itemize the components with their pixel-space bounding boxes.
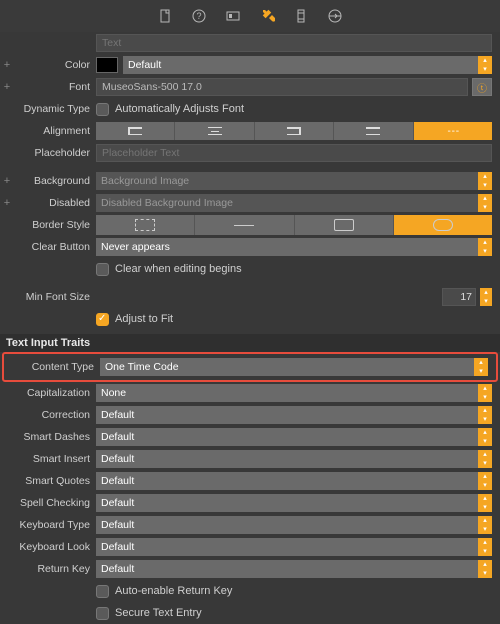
add-font-button[interactable]: +	[0, 81, 14, 93]
text-input[interactable]	[96, 34, 492, 52]
inspector-tab-bar: ?	[0, 0, 500, 32]
disabled-popup[interactable]: Disabled Background Image	[96, 194, 492, 212]
correction-label: Correction	[0, 409, 96, 421]
size-icon[interactable]	[293, 8, 309, 24]
smart-dashes-label: Smart Dashes	[0, 431, 96, 443]
secure-text-entry-checkbox[interactable]: Secure Text Entry	[96, 607, 202, 620]
min-font-size-input[interactable]	[442, 288, 476, 306]
placeholder-label: Placeholder	[14, 147, 96, 159]
add-disabled-button[interactable]: +	[0, 197, 14, 209]
smart-quotes-popup[interactable]: Default	[96, 472, 492, 490]
color-swatch[interactable]	[96, 57, 118, 73]
attributes-icon[interactable]	[259, 8, 275, 24]
clear-button-label: Clear Button	[14, 241, 96, 253]
capitalization-popup[interactable]: None	[96, 384, 492, 402]
correction-popup[interactable]: Default	[96, 406, 492, 424]
font-label: Font	[14, 81, 96, 93]
file-icon[interactable]	[157, 8, 173, 24]
spell-checking-label: Spell Checking	[0, 497, 96, 509]
align-center-icon[interactable]	[175, 122, 254, 140]
clear-button-popup[interactable]: Never appears	[96, 238, 492, 256]
alignment-segmented[interactable]: - - -	[96, 122, 492, 140]
add-background-button[interactable]: +	[0, 175, 14, 187]
identity-icon[interactable]	[225, 8, 241, 24]
color-label: Color	[14, 59, 96, 71]
border-rounded-icon[interactable]	[394, 215, 492, 235]
align-natural-icon[interactable]: - - -	[414, 122, 492, 140]
align-left-icon[interactable]	[96, 122, 175, 140]
border-style-segmented[interactable]	[96, 215, 492, 235]
text-input-traits-header: Text Input Traits	[0, 334, 500, 352]
spell-checking-popup[interactable]: Default	[96, 494, 492, 512]
background-label: Background	[14, 175, 96, 187]
min-font-size-stepper[interactable]	[480, 288, 492, 306]
connections-icon[interactable]	[327, 8, 343, 24]
dynamic-type-label: Dynamic Type	[14, 103, 96, 115]
svg-text:?: ?	[196, 11, 201, 21]
auto-enable-return-checkbox[interactable]: Auto-enable Return Key	[96, 585, 232, 598]
placeholder-input[interactable]	[96, 144, 492, 162]
align-justify-icon[interactable]	[334, 122, 413, 140]
return-key-popup[interactable]: Default	[96, 560, 492, 578]
help-icon[interactable]: ?	[191, 8, 207, 24]
background-popup[interactable]: Background Image	[96, 172, 492, 190]
smart-insert-popup[interactable]: Default	[96, 450, 492, 468]
keyboard-look-label: Keyboard Look	[0, 541, 96, 553]
content-type-label: Content Type	[4, 361, 100, 373]
min-font-size-label: Min Font Size	[14, 291, 96, 303]
border-style-label: Border Style	[14, 219, 96, 231]
keyboard-look-popup[interactable]: Default	[96, 538, 492, 556]
align-right-icon[interactable]	[255, 122, 334, 140]
alignment-label: Alignment	[14, 125, 96, 137]
add-color-button[interactable]: +	[0, 59, 14, 71]
content-type-highlight: Content Type One Time Code	[2, 352, 498, 382]
color-popup[interactable]: Default	[123, 56, 492, 74]
border-none-icon[interactable]	[96, 215, 195, 235]
border-bezel-icon[interactable]	[295, 215, 394, 235]
keyboard-type-label: Keyboard Type	[0, 519, 96, 531]
smart-insert-label: Smart Insert	[0, 453, 96, 465]
clear-when-editing-checkbox[interactable]: Clear when editing begins	[96, 263, 242, 276]
return-key-label: Return Key	[0, 563, 96, 575]
font-value: MuseoSans-500 17.0	[96, 78, 468, 96]
adjust-to-fit-checkbox[interactable]: Adjust to Fit	[96, 313, 173, 326]
auto-adjust-font-checkbox[interactable]: Automatically Adjusts Font	[96, 103, 244, 116]
content-type-popup[interactable]: One Time Code	[100, 358, 488, 376]
disabled-label: Disabled	[14, 197, 96, 209]
border-line-icon[interactable]	[195, 215, 294, 235]
inspector-body: + Color Default + Font MuseoSans-500 17.…	[0, 32, 500, 624]
smart-quotes-label: Smart Quotes	[0, 475, 96, 487]
keyboard-type-popup[interactable]: Default	[96, 516, 492, 534]
font-picker-button[interactable]: ⓣ	[472, 78, 492, 96]
smart-dashes-popup[interactable]: Default	[96, 428, 492, 446]
capitalization-label: Capitalization	[0, 387, 96, 399]
